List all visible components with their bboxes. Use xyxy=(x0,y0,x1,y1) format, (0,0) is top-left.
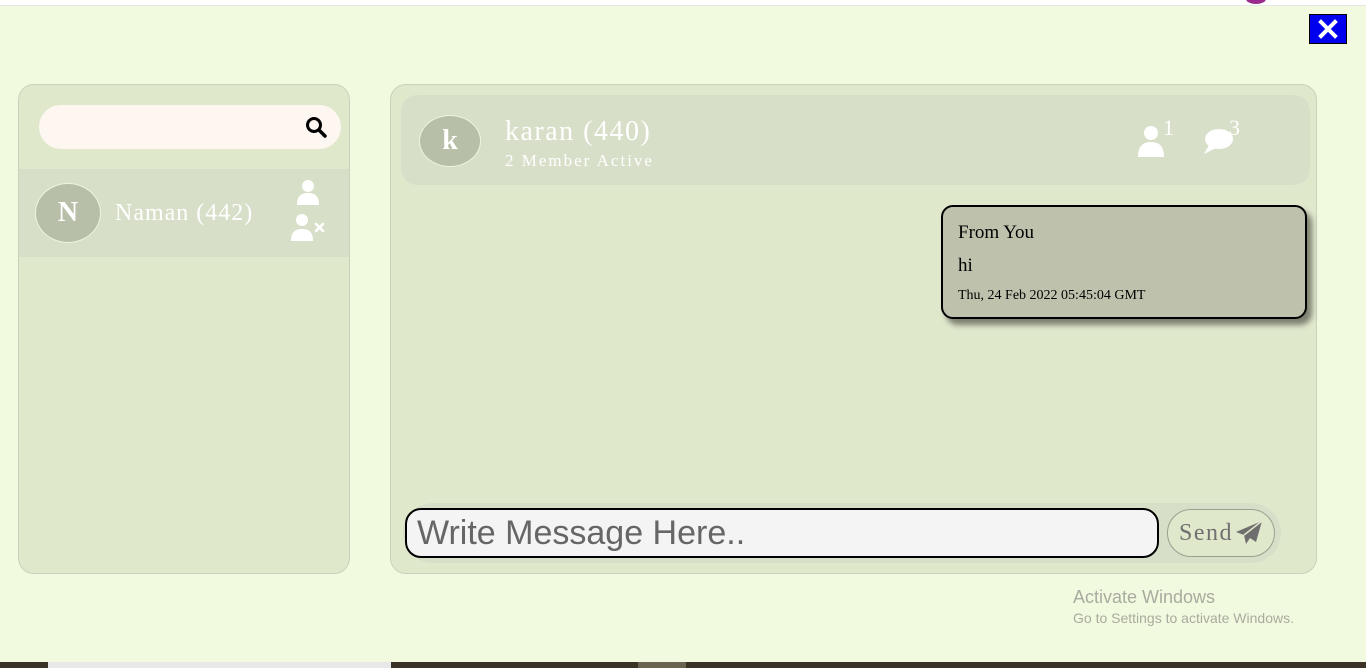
user-icon[interactable] xyxy=(297,179,319,205)
taskbar-edge xyxy=(0,662,1366,668)
close-x-icon xyxy=(1318,19,1338,39)
search-input[interactable] xyxy=(53,105,293,149)
messages-count: 3 xyxy=(1229,115,1240,140)
remove-user-icon[interactable] xyxy=(291,213,325,241)
send-button[interactable]: Send xyxy=(1167,509,1275,557)
room-subtitle: 2 Member Active xyxy=(505,151,654,170)
contact-item[interactable]: N Naman (442) xyxy=(19,169,349,257)
message-bubble: From You hi Thu, 24 Feb 2022 05:45:04 GM… xyxy=(941,205,1307,319)
message-sender: From You xyxy=(958,222,1035,243)
room-avatar: k xyxy=(419,115,481,167)
message-composer: Send xyxy=(403,503,1281,563)
contacts-sidebar: N Naman (442) xyxy=(18,84,350,574)
message-input[interactable] xyxy=(405,508,1159,558)
message-text: hi xyxy=(958,255,973,276)
taskbar-segment xyxy=(638,662,686,668)
browser-top-edge xyxy=(0,0,1366,6)
watermark-title: Activate Windows xyxy=(1073,587,1216,607)
search-box xyxy=(39,105,341,149)
members-count: 1 xyxy=(1163,115,1174,140)
taskbar-segment xyxy=(48,662,391,668)
activate-windows-watermark: Activate Windows Go to Settings to activ… xyxy=(1073,586,1294,628)
contact-avatar: N xyxy=(35,183,101,243)
send-button-label: Send xyxy=(1179,519,1233,546)
chat-panel: k karan (440) 2 Member Active 1 3 From Y… xyxy=(390,84,1317,574)
chat-header: k karan (440) 2 Member Active 1 3 xyxy=(401,95,1310,185)
members-icon[interactable] xyxy=(1137,125,1165,157)
contact-name: Naman (442) xyxy=(115,200,254,226)
watermark-subtitle: Go to Settings to activate Windows. xyxy=(1073,610,1294,626)
room-title: karan (440) xyxy=(505,116,652,147)
search-icon[interactable] xyxy=(305,116,327,138)
browser-edge-mark xyxy=(1246,0,1266,4)
close-button[interactable] xyxy=(1309,14,1347,44)
paper-plane-icon xyxy=(1236,520,1263,544)
message-timestamp: Thu, 24 Feb 2022 05:45:04 GMT xyxy=(958,288,1146,303)
